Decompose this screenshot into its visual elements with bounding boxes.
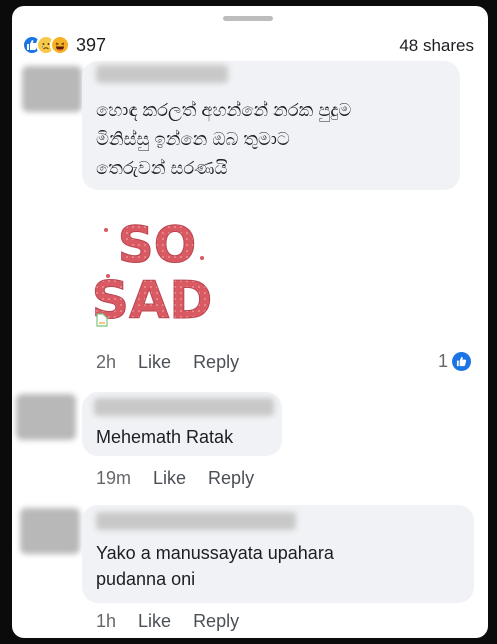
sticker-word: SO	[118, 216, 197, 274]
comment-time[interactable]: 19m	[96, 468, 131, 489]
comment-actions: 19m Like Reply	[96, 468, 276, 489]
reaction-summary[interactable]: 397	[22, 34, 106, 56]
commenter-name[interactable]	[94, 398, 274, 416]
comment-bubble: Yako a manussayata upahara pudanna oni	[82, 505, 474, 603]
reaction-count: 397	[76, 34, 107, 55]
shares-count[interactable]: 48 shares	[399, 36, 474, 56]
reply-button[interactable]: Reply	[208, 468, 254, 489]
comment-bubble: හොඳ කරලත් අහන්නේ නරක පුදුම මිනිස්සු ඉන්න…	[82, 61, 460, 190]
comment-like-badge[interactable]: 1	[438, 351, 472, 372]
comment-time[interactable]: 1h	[96, 611, 116, 632]
comment-line: හොඳ කරලත් අහන්නේ නරක පුදුම	[96, 100, 352, 120]
avatar[interactable]	[22, 66, 82, 112]
like-button[interactable]: Like	[138, 611, 171, 632]
comment-actions: 1h Like Reply	[96, 611, 261, 632]
comment-line: මිනිස්සු ඉන්නෙ ඔබ තුමාට	[96, 129, 290, 149]
comment-bubble: Mehemath Ratak	[82, 392, 282, 456]
so-sad-sticker[interactable]: SO SAD	[91, 206, 220, 334]
commenter-name[interactable]	[96, 65, 228, 83]
reply-button[interactable]: Reply	[193, 352, 239, 373]
commenter-name[interactable]	[96, 512, 296, 530]
reply-button[interactable]: Reply	[193, 611, 239, 632]
comment-actions: 2h Like Reply	[96, 352, 261, 373]
sticker-word: SAD	[94, 271, 212, 331]
comment-line: තෙරුවන් සරණයි	[96, 158, 228, 178]
like-icon	[452, 352, 472, 371]
comment-line: pudanna oni	[96, 569, 196, 589]
drag-handle[interactable]	[223, 16, 273, 21]
comments-sheet: 397 48 shares හොඳ කරලත් අහන්නේ නරක පුදුම…	[12, 6, 488, 638]
sticker-file-icon	[96, 313, 108, 332]
avatar[interactable]	[16, 394, 76, 440]
like-button[interactable]: Like	[138, 352, 171, 373]
like-button[interactable]: Like	[153, 468, 186, 489]
comment-line: Yako a manussayata upahara	[96, 543, 334, 563]
comment-line: Mehemath Ratak	[96, 427, 234, 447]
haha-icon	[50, 35, 70, 55]
comment-time[interactable]: 2h	[96, 352, 116, 373]
avatar[interactable]	[20, 508, 80, 554]
comment-like-count: 1	[438, 351, 449, 371]
